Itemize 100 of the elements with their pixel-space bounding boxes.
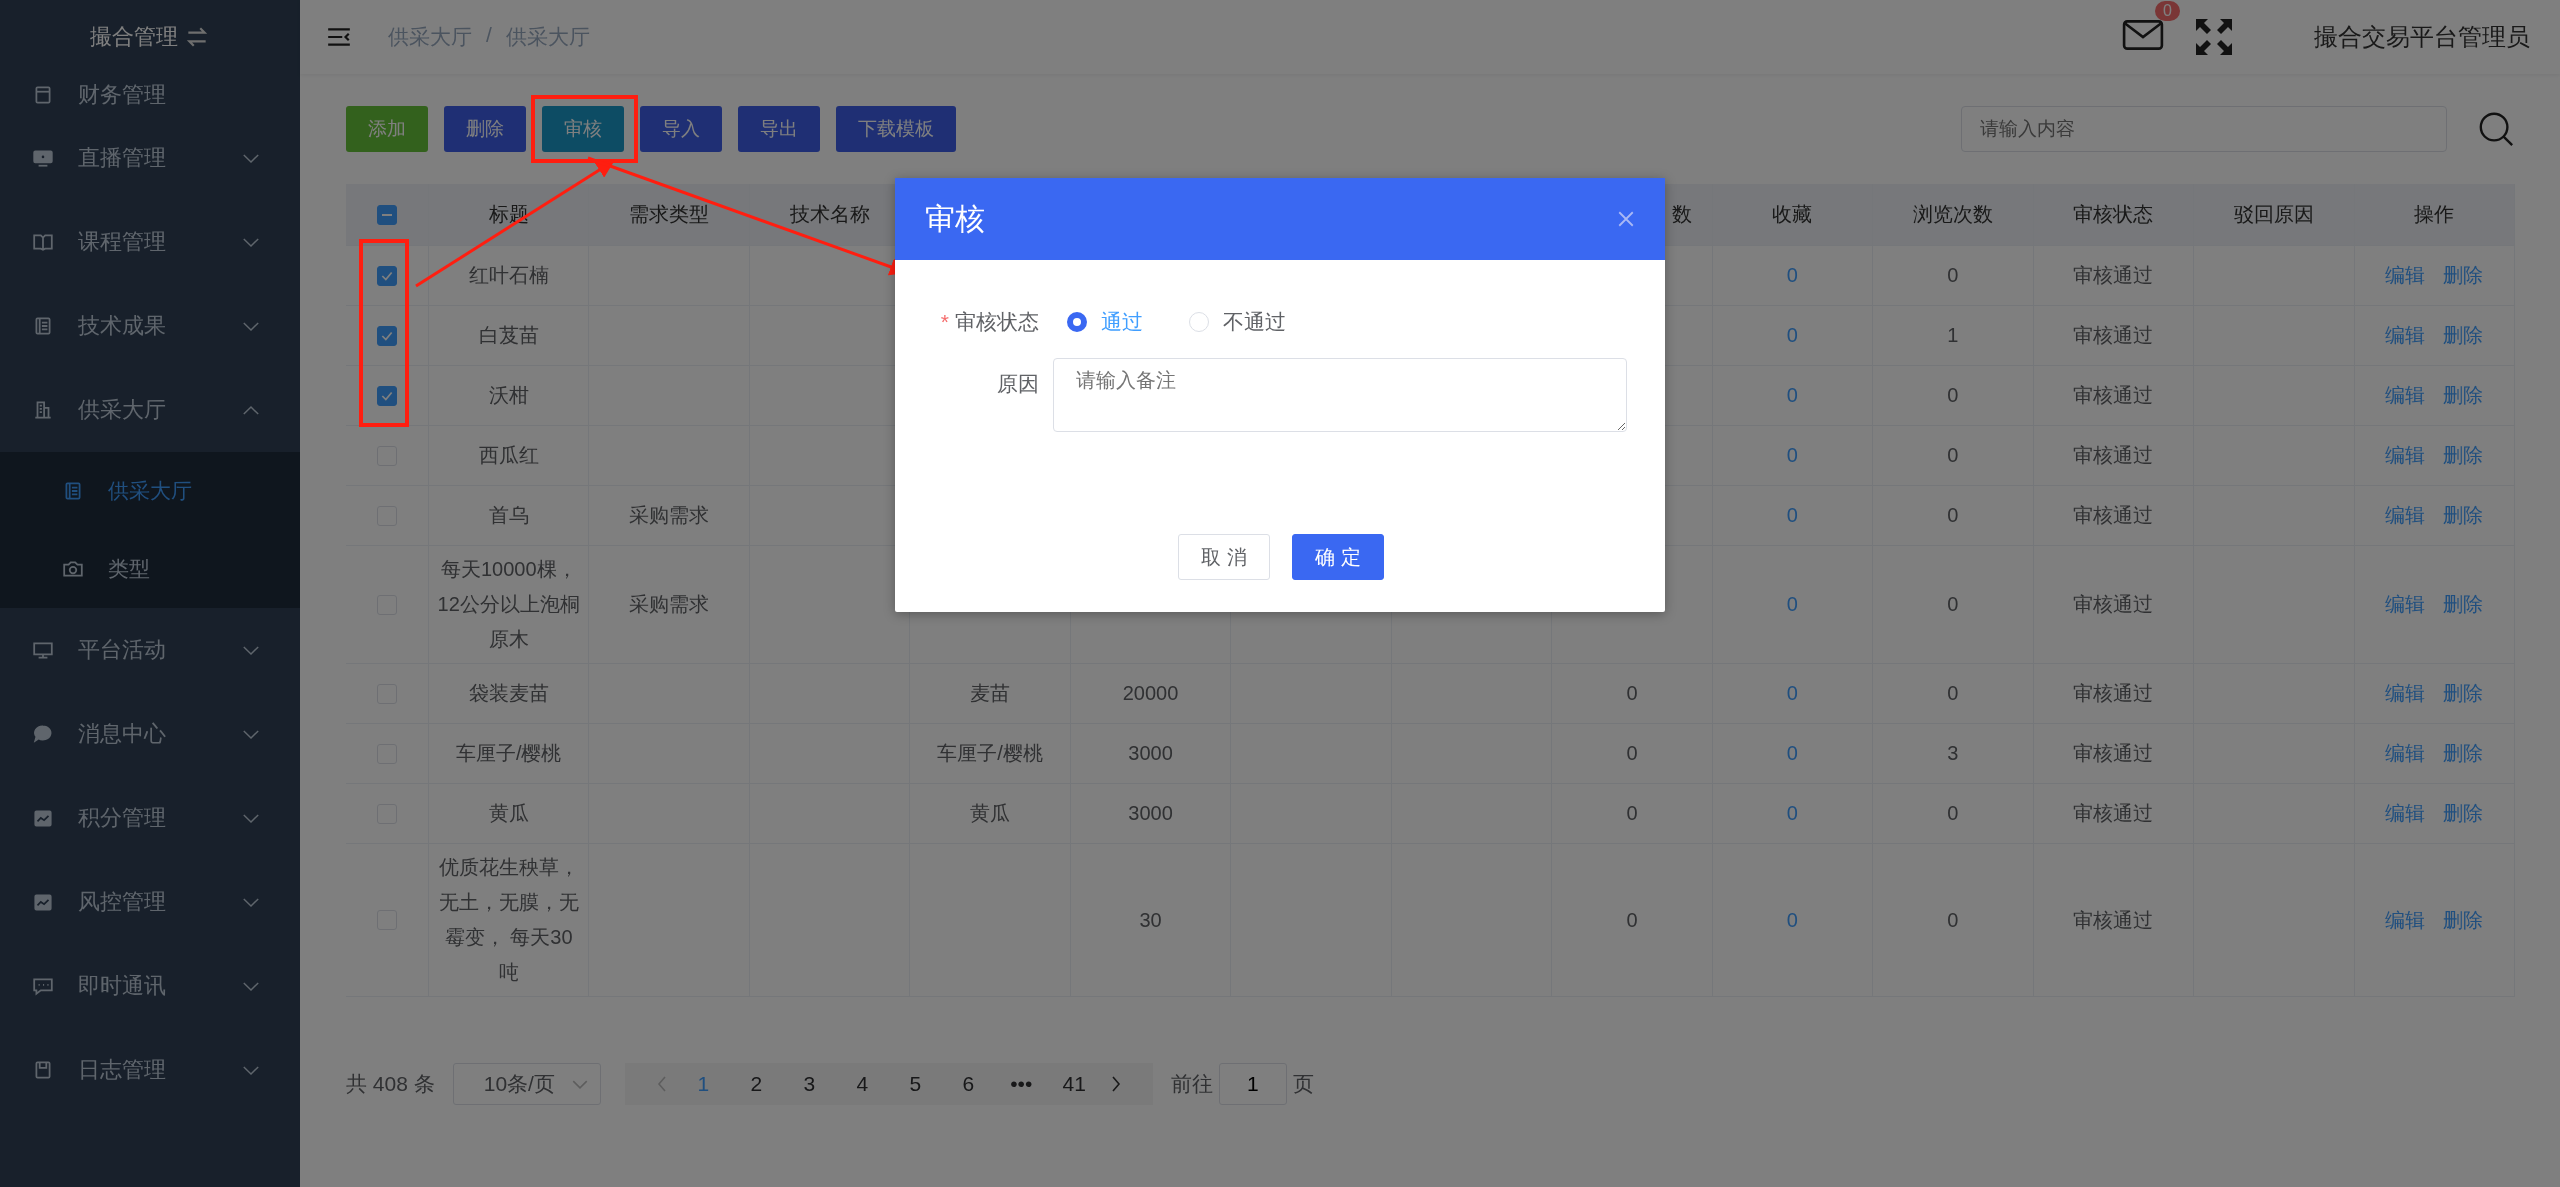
- page-number[interactable]: 3: [782, 1072, 836, 1096]
- row-action-link[interactable]: 编辑: [2385, 736, 2426, 771]
- row-action-link[interactable]: 删除: [2443, 498, 2484, 533]
- radio-label: 通过: [1101, 309, 1143, 335]
- sidebar-item[interactable]: 供采大厅: [0, 368, 300, 452]
- menu-label: 风控管理: [78, 888, 167, 916]
- toolbar-button[interactable]: 删除: [444, 106, 526, 152]
- table-cell-text: 审核通过: [2073, 681, 2154, 706]
- breadcrumb-separator: /: [486, 23, 492, 48]
- row-action-link[interactable]: 删除: [2443, 796, 2484, 831]
- page-number[interactable]: 6: [941, 1072, 995, 1096]
- page-jump-field[interactable]: 1: [1218, 1063, 1287, 1105]
- sidebar-item[interactable]: 日志管理: [0, 1028, 300, 1112]
- row-action-link[interactable]: 编辑: [2385, 676, 2426, 711]
- mail-icon[interactable]: [2122, 19, 2164, 51]
- row-action-link[interactable]: 删除: [2443, 438, 2484, 473]
- radio-button[interactable]: [1067, 312, 1087, 332]
- row-action-link[interactable]: 编辑: [2385, 498, 2426, 533]
- toolbar-button[interactable]: 下载模板: [836, 106, 956, 152]
- menu-label: 平台活动: [78, 636, 167, 664]
- page-size-select[interactable]: 10条/页: [452, 1063, 601, 1105]
- radio-option[interactable]: 通过: [1067, 308, 1143, 336]
- table-cell-text: 3: [1947, 741, 1959, 766]
- toolbar-button[interactable]: 添加: [346, 106, 428, 152]
- row-action-link[interactable]: 编辑: [2385, 318, 2426, 353]
- row-action-link[interactable]: 删除: [2443, 902, 2484, 938]
- search-icon[interactable]: [2477, 110, 2515, 148]
- table-cell-text: 0: [1947, 503, 1959, 528]
- field-label: 原因: [997, 372, 1039, 395]
- dialog-button[interactable]: 确 定: [1292, 534, 1384, 580]
- menu-icon[interactable]: [326, 26, 352, 48]
- row-action-link[interactable]: 删除: [2443, 318, 2484, 353]
- search-field[interactable]: 请输入内容: [1961, 106, 2447, 152]
- row-action-link[interactable]: 编辑: [2385, 796, 2426, 831]
- sidebar-item[interactable]: 技术成果: [0, 284, 300, 368]
- row-action-link[interactable]: 删除: [2443, 587, 2484, 622]
- row-action-link[interactable]: 删除: [2443, 736, 2484, 771]
- page-number[interactable]: 5: [888, 1072, 942, 1096]
- page-number[interactable]: 1: [676, 1072, 730, 1096]
- toolbar-button[interactable]: 审核: [542, 106, 624, 152]
- table-cell-text: 审核通过: [2073, 383, 2154, 408]
- table-cell-text: 审核通过: [2073, 503, 2154, 528]
- column-header: 技术名称: [789, 202, 870, 227]
- dialog-button[interactable]: 取 消: [1178, 534, 1270, 580]
- table-cell-text: 0: [1786, 263, 1798, 288]
- next-page-icon[interactable]: [1110, 1076, 1121, 1092]
- select-all-checkbox[interactable]: [377, 204, 397, 225]
- fullscreen-icon[interactable]: [2194, 17, 2234, 57]
- sidebar-item[interactable]: 积分管理: [0, 776, 300, 860]
- table-cell-text: 0: [1947, 443, 1959, 468]
- radio-label: 不通过: [1223, 309, 1286, 335]
- previous-page-icon[interactable]: [656, 1076, 667, 1092]
- table-cell-text: 优质花生秧草，无土，无膜，无霉变， 每天30吨: [437, 855, 580, 985]
- page-number[interactable]: 4: [835, 1072, 889, 1096]
- page-number[interactable]: 2: [729, 1072, 783, 1096]
- table-cell-text: 0: [1947, 383, 1959, 408]
- row-action-link[interactable]: 删除: [2443, 676, 2484, 711]
- row-checkbox[interactable]: [377, 265, 397, 286]
- table-cell-text: 0: [1786, 741, 1798, 766]
- goto-label: 前往: [1170, 1071, 1213, 1097]
- row-checkbox[interactable]: [377, 325, 397, 346]
- row-action-link[interactable]: 编辑: [2385, 258, 2426, 293]
- menu-label: 即时通讯: [78, 972, 167, 1000]
- sidebar-item[interactable]: 风控管理: [0, 860, 300, 944]
- required-mark: *: [940, 310, 949, 333]
- caret-icon: [571, 1079, 588, 1089]
- sidebar-item[interactable]: 财务管理: [0, 74, 300, 116]
- menu-label: 直播管理: [78, 144, 167, 172]
- table-cell-text: 0: [1786, 443, 1798, 468]
- radio-option[interactable]: 不通过: [1189, 308, 1286, 336]
- sidebar-item[interactable]: 消息中心: [0, 692, 300, 776]
- row-checkbox[interactable]: [377, 385, 397, 406]
- user-name[interactable]: 撮合交易平台管理员: [2314, 21, 2530, 53]
- row-action-link[interactable]: 编辑: [2385, 378, 2426, 413]
- submenu-item[interactable]: 供采大厅: [0, 452, 300, 530]
- row-action-link[interactable]: 删除: [2443, 258, 2484, 293]
- table-cell-text: 0: [1626, 801, 1638, 826]
- page-number[interactable]: 41: [1047, 1072, 1101, 1096]
- table-cell-text: 红叶石楠: [468, 263, 549, 288]
- toolbar-button[interactable]: 导入: [640, 106, 722, 152]
- sidebar-item[interactable]: 即时通讯: [0, 944, 300, 1028]
- table-cell-text: 每天10000棵，12公分以上泡桐原木: [436, 557, 581, 652]
- row-action-link[interactable]: 删除: [2443, 378, 2484, 413]
- sidebar-item[interactable]: 课程管理: [0, 200, 300, 284]
- toolbar-button[interactable]: 导出: [738, 106, 820, 152]
- row-action-link[interactable]: 编辑: [2385, 438, 2426, 473]
- sidebar-item[interactable]: 直播管理: [0, 116, 300, 200]
- table-cell-text: 沃柑: [488, 383, 529, 408]
- page-number[interactable]: •••: [994, 1072, 1048, 1096]
- table-cell-text: 黄瓜: [488, 801, 529, 826]
- menu-label: 日志管理: [78, 1056, 167, 1084]
- table-cell-text: 白芨苗: [478, 323, 539, 348]
- submenu-item[interactable]: 类型: [0, 530, 300, 608]
- sidebar-title: 撮合管理: [0, 0, 300, 74]
- sidebar-item[interactable]: 平台活动: [0, 608, 300, 692]
- table-cell-text: 0: [1947, 907, 1959, 933]
- close-icon[interactable]: [1617, 210, 1635, 228]
- row-action-link[interactable]: 编辑: [2385, 902, 2426, 938]
- reason-field[interactable]: 请输入备注: [1053, 358, 1627, 432]
- row-action-link[interactable]: 编辑: [2385, 587, 2426, 622]
